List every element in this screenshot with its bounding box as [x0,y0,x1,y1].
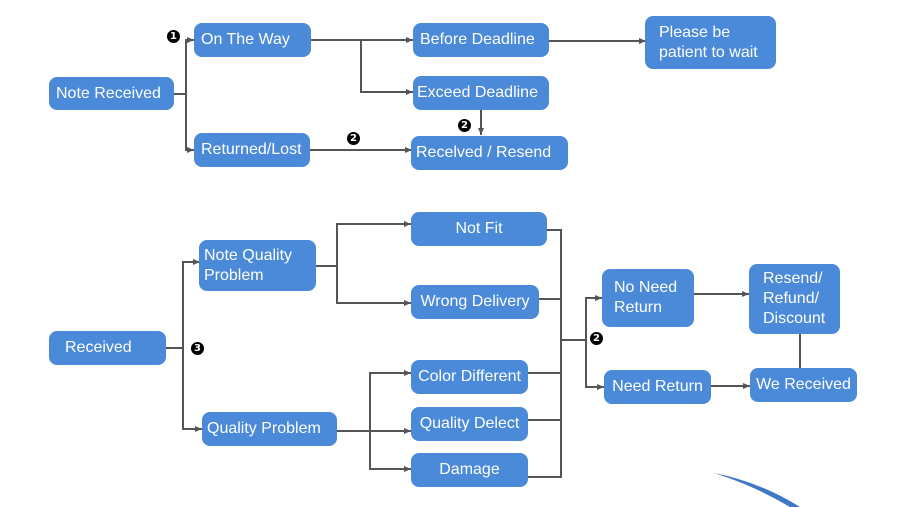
edge-to-returned-lost [185,94,194,153]
node-label: We Received [756,376,851,393]
step-badge-1: 1 [167,30,180,43]
node-label: Received [65,339,132,356]
edge-to-quality-problem [182,348,202,432]
node-label: Exceed Deadline [417,84,538,101]
edge-to-color-different [369,370,411,431]
node-quality-defect: Quality Delect [411,407,528,441]
node-label: Note Quality Problem [204,246,293,284]
node-label: Recelved / Resend [416,144,552,161]
node-note-quality-problem: Note Quality Problem [199,240,316,291]
node-note-received: Note Received [49,77,174,110]
node-no-need-return: No Need Return [602,269,694,327]
node-label: Before Deadline [420,31,535,48]
edge-merge-bus [527,229,562,478]
node-label: On The Way [201,31,290,48]
node-please-wait: Please be patient to wait [645,16,776,69]
step-badge-2: 2 [347,132,360,145]
node-label: Wrong Delivery [420,293,530,310]
node-received-resend: Recelved / Resend [411,136,568,170]
node-label: Note Received [56,84,161,102]
node-exceed-deadline: Exceed Deadline [413,76,549,110]
node-need-return: Need Return [604,370,711,404]
node-received: Received [49,331,166,365]
node-quality-problem: Quality Problem [202,412,337,446]
node-wrong-delivery: Wrong Delivery [411,285,539,319]
node-label: Quality Delect [419,415,520,432]
edge-to-wrong-delivery [336,266,411,306]
decorative-swoosh [714,473,800,507]
edge-to-need-return [585,340,604,390]
node-label: Please be patient to wait [659,23,758,61]
node-label: No Need Return [614,279,678,316]
edge-to-not-fit [336,221,411,266]
step-badge-2: 2 [590,332,603,345]
node-label: Damage [439,461,500,478]
step-badge-3: 3 [191,342,204,355]
edge-to-damage [369,431,411,472]
edge-to-exceed-deadline [360,40,413,95]
node-label: Need Return [612,378,703,395]
node-label: Not Fit [455,220,503,237]
step-badge-2: 2 [458,119,471,132]
node-label: Color Different [418,368,521,385]
node-resend-refund-discount: Resend/ Refund/ Discount [749,264,840,334]
node-label: Quality Problem [207,420,321,437]
node-returned-lost: Returned/Lost [194,133,310,167]
node-damage: Damage [411,453,528,487]
node-not-fit: Not Fit [411,212,547,246]
node-color-different: Color Different [411,360,528,394]
node-on-the-way: On The Way [194,23,311,57]
node-we-received: We Received [750,368,857,402]
edge-to-on-the-way [185,37,194,94]
node-label: Returned/Lost [201,141,302,158]
edge-to-note-quality [182,259,200,348]
node-before-deadline: Before Deadline [413,23,549,57]
node-label: Resend/ Refund/ Discount [763,270,826,327]
